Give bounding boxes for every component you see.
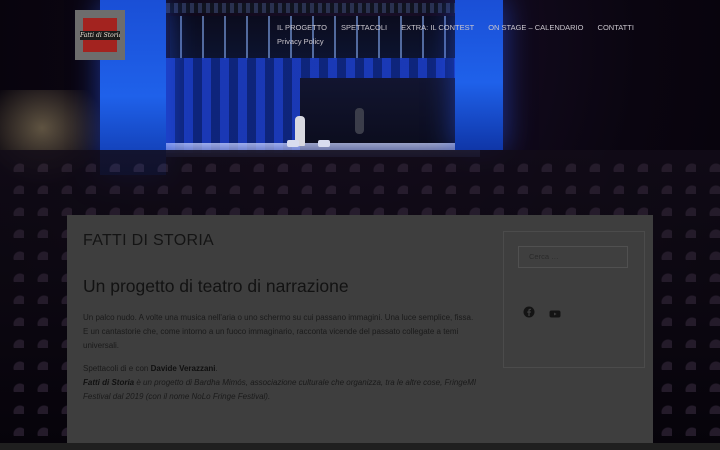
author-name: Davide Verazzani <box>150 364 216 373</box>
main-nav: IL PROGETTO SPETTACOLI EXTRA: IL CONTEST… <box>277 23 634 46</box>
nav-on-stage-calendario[interactable]: ON STAGE – CALENDARIO <box>488 23 583 32</box>
site-logo[interactable]: Fatti di Storia <box>75 10 125 60</box>
nav-privacy-policy[interactable]: Privacy Policy <box>277 37 324 46</box>
intro-paragraph: Un palco nudo. A volte una musica nell'a… <box>83 313 474 350</box>
page-title: FATTI DI STORIA <box>83 232 215 249</box>
nav-il-progetto[interactable]: IL PROGETTO <box>277 23 327 32</box>
logo-text: Fatti di Storia <box>80 31 120 40</box>
nav-contatti[interactable]: CONTATTI <box>598 23 634 32</box>
search-input[interactable]: Cerca … <box>518 246 628 268</box>
youtube-icon[interactable] <box>549 308 561 320</box>
facebook-icon[interactable] <box>523 306 535 318</box>
page-subtitle: Un progetto di teatro di narrazione <box>83 276 349 296</box>
credits-paragraph: Spettacoli di e con Davide Verazzani. Fa… <box>83 364 477 401</box>
credits-prefix: Spettacoli di e con <box>83 364 151 373</box>
musician <box>355 108 364 134</box>
project-name: Fatti di Storia <box>83 378 135 387</box>
nav-spettacoli[interactable]: SPETTACOLI <box>341 23 387 32</box>
project-description: è un progetto di Bardha Mimós, associazi… <box>83 378 477 401</box>
footer-strip <box>0 443 720 450</box>
nav-extra-contest[interactable]: EXTRA: IL CONTEST <box>401 23 474 32</box>
